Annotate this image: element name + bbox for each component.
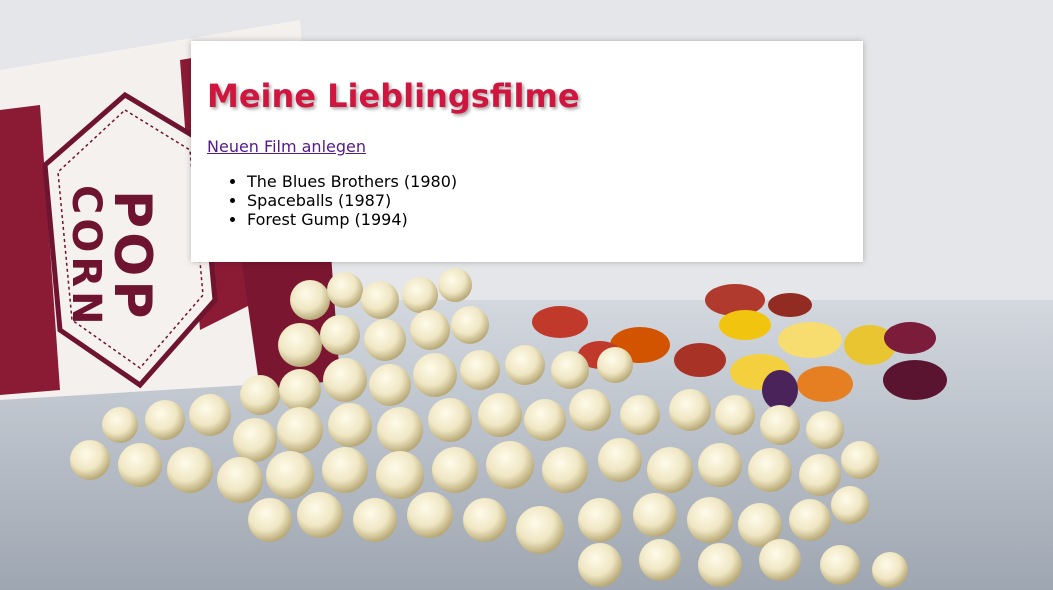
movie-list-card: Meine Lieblingsfilme Neuen Film anlegen … bbox=[191, 41, 863, 262]
page-title: Meine Lieblingsfilme bbox=[207, 77, 580, 115]
list-item: Forest Gump (1994) bbox=[247, 210, 847, 229]
list-item: The Blues Brothers (1980) bbox=[247, 172, 847, 191]
list-item: Spaceballs (1987) bbox=[247, 191, 847, 210]
movie-list: The Blues Brothers (1980) Spaceballs (19… bbox=[207, 172, 847, 229]
popcorn-box-label: POP bbox=[102, 190, 162, 322]
new-movie-link[interactable]: Neuen Film anlegen bbox=[207, 137, 366, 156]
svg-text:CORN: CORN bbox=[63, 185, 109, 329]
